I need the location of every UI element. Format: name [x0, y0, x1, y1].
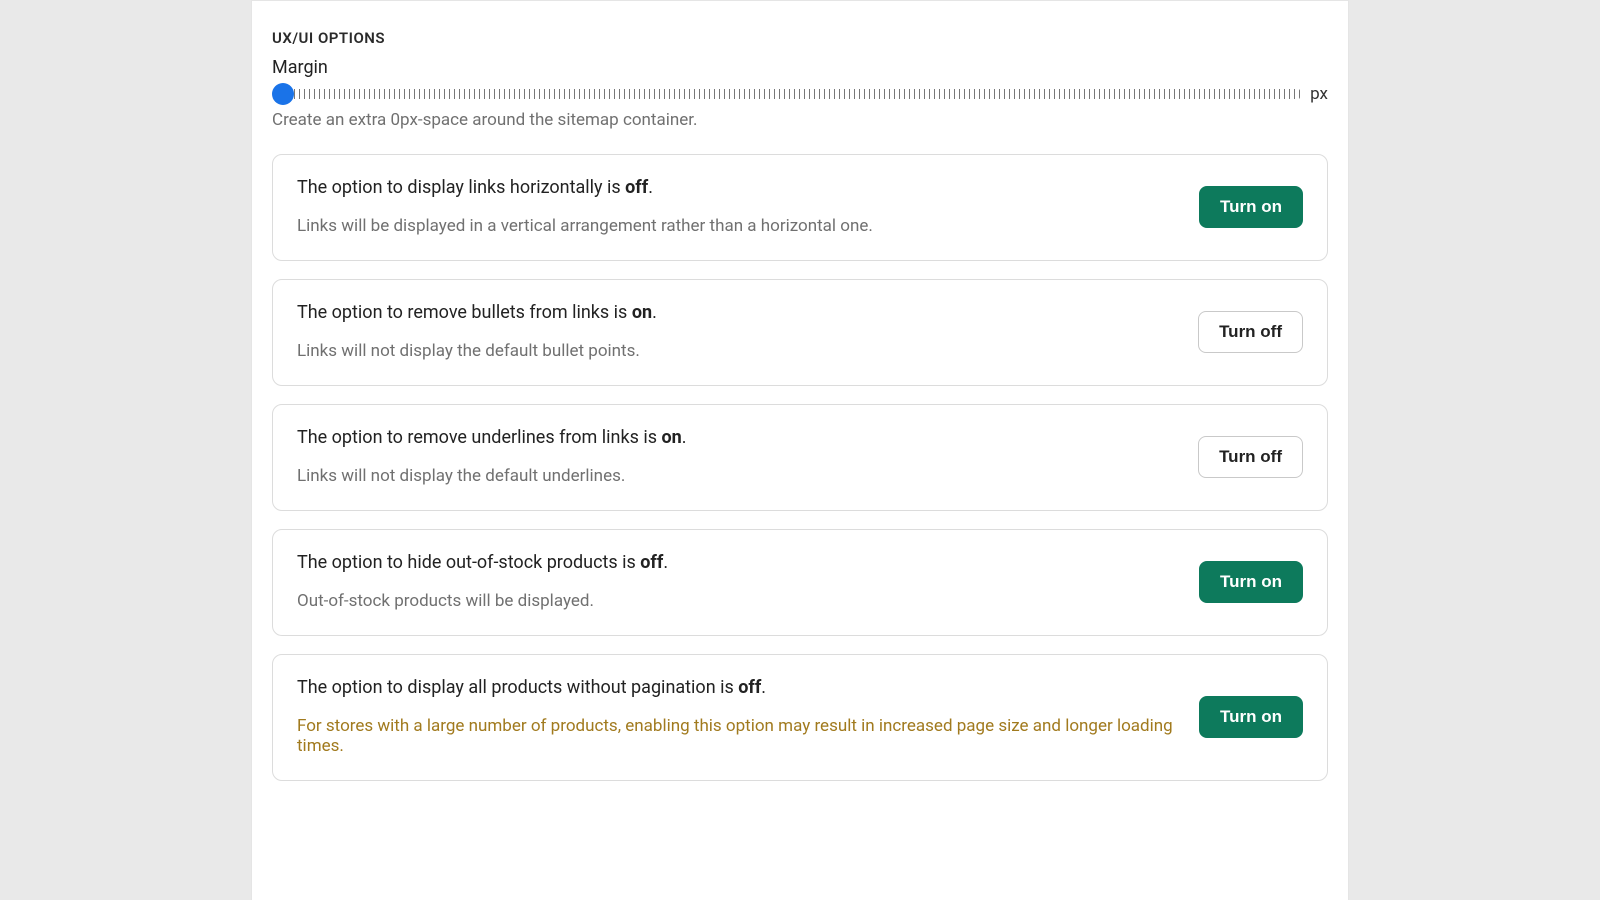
option-text: The option to remove underlines from lin… — [297, 427, 1174, 486]
option-title-prefix: The option to remove underlines from lin… — [297, 427, 661, 448]
slider-ticks — [284, 89, 1300, 99]
option-desc: Links will not display the default bulle… — [297, 341, 1174, 361]
option-title: The option to remove underlines from lin… — [297, 427, 1174, 448]
option-title-prefix: The option to hide out-of-stock products… — [297, 552, 640, 573]
option-title: The option to display links horizontally… — [297, 177, 1175, 198]
option-title: The option to remove bullets from links … — [297, 302, 1174, 323]
option-title-prefix: The option to remove bullets from links … — [297, 302, 632, 323]
option-desc: For stores with a large number of produc… — [297, 716, 1175, 756]
option-text: The option to remove bullets from links … — [297, 302, 1174, 361]
option-title-prefix: The option to display links horizontally… — [297, 177, 625, 198]
option-card-remove-underlines: The option to remove underlines from lin… — [272, 404, 1328, 511]
turn-on-button[interactable]: Turn on — [1199, 561, 1303, 603]
option-card-no-pagination: The option to display all products witho… — [272, 654, 1328, 781]
margin-helper: Create an extra 0px-space around the sit… — [272, 110, 1328, 130]
option-text: The option to hide out-of-stock products… — [297, 552, 1175, 611]
turn-on-button[interactable]: Turn on — [1199, 186, 1303, 228]
option-desc: Links will not display the default under… — [297, 466, 1174, 486]
option-state: on — [661, 427, 681, 448]
option-state: on — [632, 302, 652, 323]
option-title: The option to display all products witho… — [297, 677, 1175, 698]
turn-off-button[interactable]: Turn off — [1198, 311, 1303, 353]
option-title-suffix: . — [663, 552, 668, 573]
turn-off-button[interactable]: Turn off — [1198, 436, 1303, 478]
option-title: The option to hide out-of-stock products… — [297, 552, 1175, 573]
section-title: UX/UI OPTIONS — [272, 29, 1328, 47]
option-desc: Links will be displayed in a vertical ar… — [297, 216, 1175, 236]
option-text: The option to display links horizontally… — [297, 177, 1175, 236]
margin-slider-row: px — [272, 84, 1328, 104]
margin-slider[interactable] — [272, 84, 1300, 104]
option-state: off — [640, 552, 663, 573]
settings-panel: UX/UI OPTIONS Margin px Create an extra … — [251, 0, 1349, 900]
option-desc: Out-of-stock products will be displayed. — [297, 591, 1175, 611]
option-card-hide-oos: The option to hide out-of-stock products… — [272, 529, 1328, 636]
margin-label: Margin — [272, 57, 1328, 78]
option-card-remove-bullets: The option to remove bullets from links … — [272, 279, 1328, 386]
slider-unit: px — [1310, 84, 1328, 104]
turn-on-button[interactable]: Turn on — [1199, 696, 1303, 738]
option-state: off — [738, 677, 761, 698]
option-title-prefix: The option to display all products witho… — [297, 677, 738, 698]
option-title-suffix: . — [648, 177, 653, 198]
option-state: off — [625, 177, 648, 198]
slider-thumb[interactable] — [272, 83, 294, 105]
option-card-horizontal-links: The option to display links horizontally… — [272, 154, 1328, 261]
option-title-suffix: . — [682, 427, 687, 448]
option-title-suffix: . — [652, 302, 657, 323]
option-text: The option to display all products witho… — [297, 677, 1175, 756]
option-title-suffix: . — [761, 677, 766, 698]
